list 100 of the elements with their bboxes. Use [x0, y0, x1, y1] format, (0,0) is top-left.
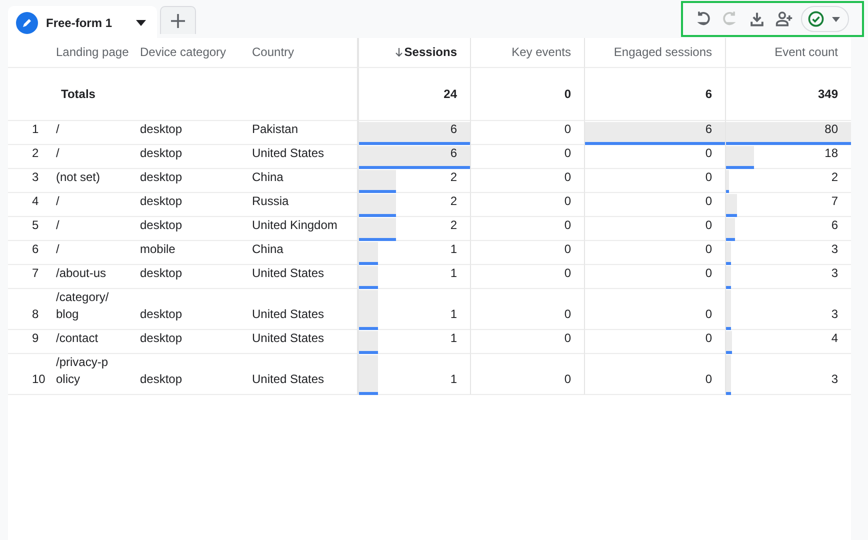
table-cell: China — [252, 241, 284, 258]
row-number: 9 — [32, 330, 39, 347]
table-cell: 2 — [450, 169, 457, 186]
table-cell: 0 — [705, 193, 712, 210]
table-cell: 1 — [450, 330, 457, 347]
table-cell: 3 — [831, 371, 838, 388]
total-value: 0 — [564, 86, 571, 102]
sort-arrow-icon — [395, 48, 404, 57]
table-cell: 0 — [564, 217, 571, 234]
row-number: 6 — [32, 241, 39, 258]
table-cell: 6 — [450, 145, 457, 162]
table-cell-text: /privacy-policy — [56, 354, 110, 388]
table-cell: 80 — [824, 121, 838, 138]
table-cell-text: (not set) — [56, 169, 102, 186]
table-cell: desktop — [140, 217, 182, 234]
table-cell-text: /category/blog — [56, 289, 110, 323]
table-cell: desktop — [140, 306, 182, 323]
table-cell: China — [252, 169, 284, 186]
column-header[interactable]: Device category — [140, 44, 226, 61]
table-cell: 0 — [705, 217, 712, 234]
table-cell: desktop — [140, 193, 182, 210]
table-cell-text: / — [56, 217, 60, 234]
column-header[interactable]: Engaged sessions — [614, 44, 712, 61]
table-cell: 2 — [450, 193, 457, 210]
row-number: 2 — [32, 145, 39, 162]
row-number: 10 — [32, 371, 46, 388]
check-circle-icon — [808, 11, 824, 27]
table-cell: desktop — [140, 169, 182, 186]
table-cell: 0 — [705, 241, 712, 258]
share-button[interactable] — [774, 9, 794, 29]
column-header[interactable]: Landing page — [56, 44, 129, 61]
table-cell: 0 — [564, 121, 571, 138]
totals-label: Totals — [61, 86, 96, 102]
total-value: 6 — [705, 86, 712, 102]
table-cell: 18 — [824, 145, 838, 162]
table-cell: United States — [252, 371, 324, 388]
table-cell: 6 — [450, 121, 457, 138]
column-header[interactable]: Key events — [512, 44, 571, 61]
table-cell: 2 — [450, 217, 457, 234]
column-header[interactable]: Sessions — [404, 44, 457, 61]
row-number: 1 — [32, 121, 39, 138]
table-cell: United States — [252, 145, 324, 162]
table-cell: Russia — [252, 193, 289, 210]
column-header[interactable]: Event count — [774, 44, 838, 61]
table-cell-text: / — [56, 241, 60, 258]
row-number: 8 — [32, 306, 39, 323]
total-value: 349 — [818, 86, 838, 102]
table-cell: 0 — [705, 145, 712, 162]
report-tab[interactable]: Free-form 1 — [8, 6, 157, 38]
table-cell: 0 — [564, 371, 571, 388]
table-cell: 0 — [705, 330, 712, 347]
table-cell: 0 — [564, 193, 571, 210]
table-cell: Pakistan — [252, 121, 298, 138]
add-tab-button[interactable] — [160, 6, 196, 34]
table-cell-text: /about-us — [56, 265, 108, 282]
caret-icon — [832, 16, 840, 22]
table-cell: desktop — [140, 371, 182, 388]
table-cell: 4 — [831, 330, 838, 347]
download-icon — [748, 10, 766, 28]
table-cell: 0 — [705, 306, 712, 323]
table-cell-text: / — [56, 145, 60, 162]
table-cell: mobile — [140, 241, 176, 258]
table-cell-text: / — [56, 121, 60, 138]
person-add-icon — [775, 10, 793, 28]
row-number: 4 — [32, 193, 39, 210]
table-cell: 6 — [705, 121, 712, 138]
table-cell: 2 — [831, 169, 838, 186]
table-cell: 3 — [831, 306, 838, 323]
table-cell: desktop — [140, 145, 182, 162]
table-cell: 3 — [831, 241, 838, 258]
table-cell-text: /contact — [56, 330, 100, 347]
status-dropdown[interactable] — [801, 6, 849, 32]
table-cell: desktop — [140, 330, 182, 347]
table-cell: United Kingdom — [252, 217, 338, 234]
table-cell: 0 — [705, 265, 712, 282]
table-cell: 0 — [564, 145, 571, 162]
table-cell: 0 — [564, 169, 571, 186]
table-cell: 0 — [705, 371, 712, 388]
table-cell: 1 — [450, 265, 457, 282]
table-cell: 0 — [564, 265, 571, 282]
total-value: 24 — [444, 86, 457, 102]
table-cell: 0 — [564, 330, 571, 347]
row-number: 7 — [32, 265, 39, 282]
table-cell: United States — [252, 306, 324, 323]
caret-icon[interactable] — [136, 20, 146, 26]
table-cell: 6 — [831, 217, 838, 234]
table-cell: 1 — [450, 371, 457, 388]
table-cell: 0 — [564, 241, 571, 258]
row-number: 5 — [32, 217, 39, 234]
plus-icon — [170, 12, 186, 28]
table-cell: 3 — [831, 265, 838, 282]
table-cell: 7 — [831, 193, 838, 210]
table-cell: 1 — [450, 241, 457, 258]
column-header[interactable]: Country — [252, 44, 294, 61]
row-number: 3 — [32, 169, 39, 186]
table-cell: 0 — [564, 306, 571, 323]
table-cell: United States — [252, 265, 324, 282]
table-cell: 1 — [450, 306, 457, 323]
table-cell: desktop — [140, 265, 182, 282]
table-cell: United States — [252, 330, 324, 347]
